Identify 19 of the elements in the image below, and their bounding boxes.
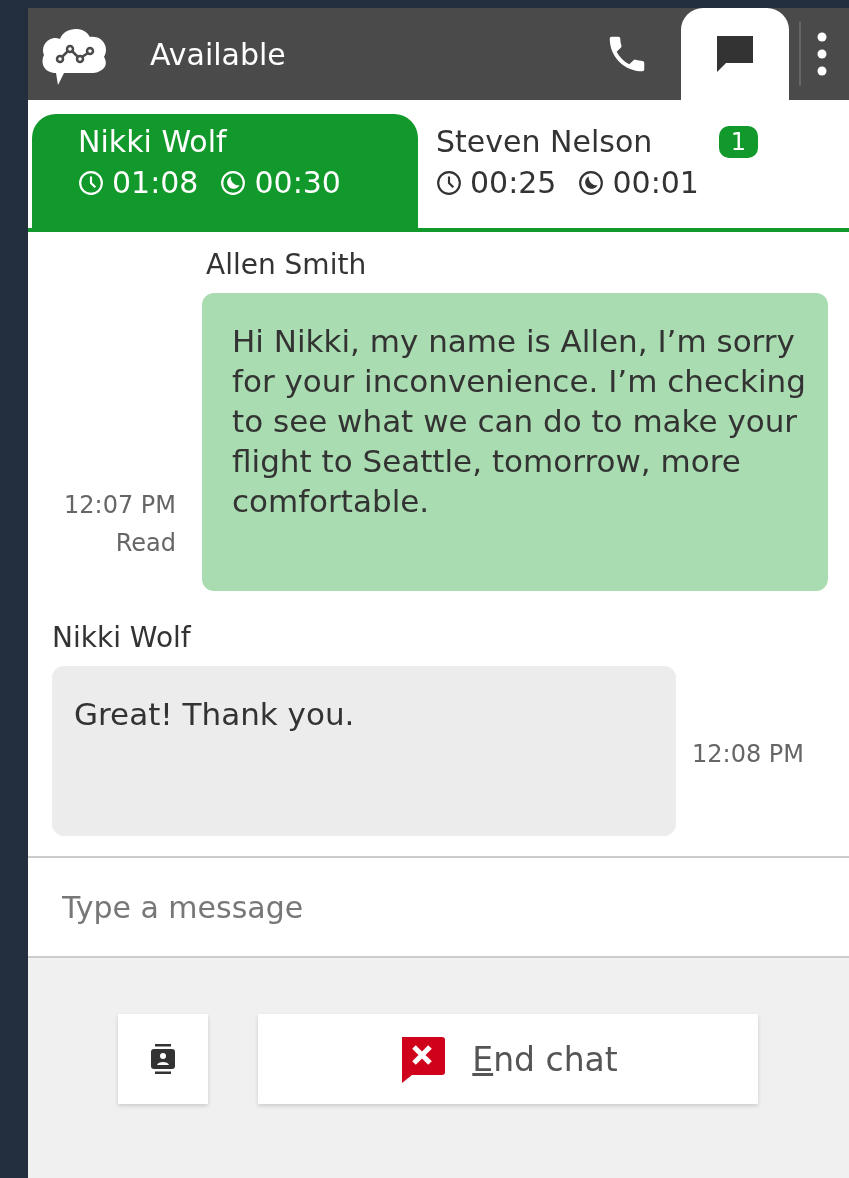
contact-tab[interactable]: Steven Nelson 1 00:25 00:01 [418,114,804,228]
sender-name: Allen Smith [206,248,368,281]
contact-name: Nikki Wolf [78,124,227,159]
message-time: 12:08 PM [692,740,804,768]
wait-time: 00:01 [612,165,699,200]
message-bubble: Hi Nikki, my name is Allen, I’m sorry for your inconvenience. I’m checking to see what we can do to make your flight to Seattle, tomorrow, more comfortable. [202,293,828,591]
end-chat-button[interactable]: End chat [258,1014,758,1104]
contact-duration: 00:25 [470,165,557,200]
contact-tab[interactable]: Nikki Wolf 01:08 00:30 [32,114,418,228]
message-time: 12:07 PM [64,491,176,519]
wait-time: 00:30 [254,165,341,200]
message-bubble: Great! Thank you. [52,666,676,836]
unread-count: 1 [718,125,758,158]
contact-name: Steven Nelson [436,124,653,159]
read-status: Read [115,529,176,557]
contact-duration: 01:08 [112,165,199,200]
message-input[interactable]: Type a message [28,889,849,925]
sender-name: Nikki Wolf [52,621,192,654]
agent-status[interactable]: Available [150,36,286,72]
